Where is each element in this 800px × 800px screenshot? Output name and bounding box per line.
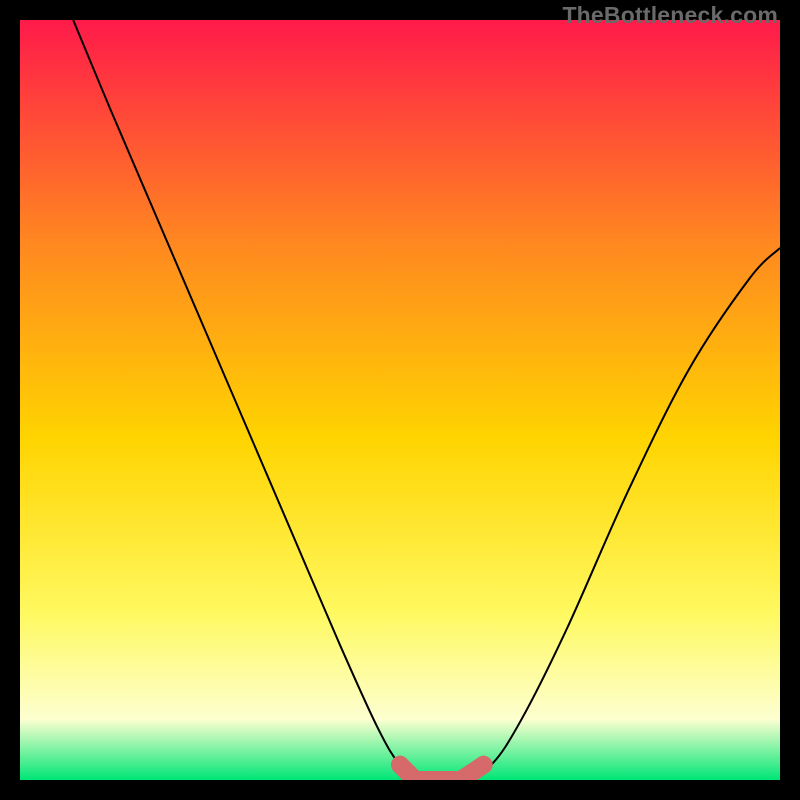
watermark-text: TheBottleneck.com xyxy=(562,2,778,29)
chart-frame: TheBottleneck.com xyxy=(0,0,800,800)
gradient-background xyxy=(20,20,780,780)
optimal-range-right-cap xyxy=(475,756,493,774)
optimal-range-left-cap xyxy=(391,756,409,774)
chart-plot-area xyxy=(20,20,780,780)
bottleneck-chart xyxy=(20,20,780,780)
